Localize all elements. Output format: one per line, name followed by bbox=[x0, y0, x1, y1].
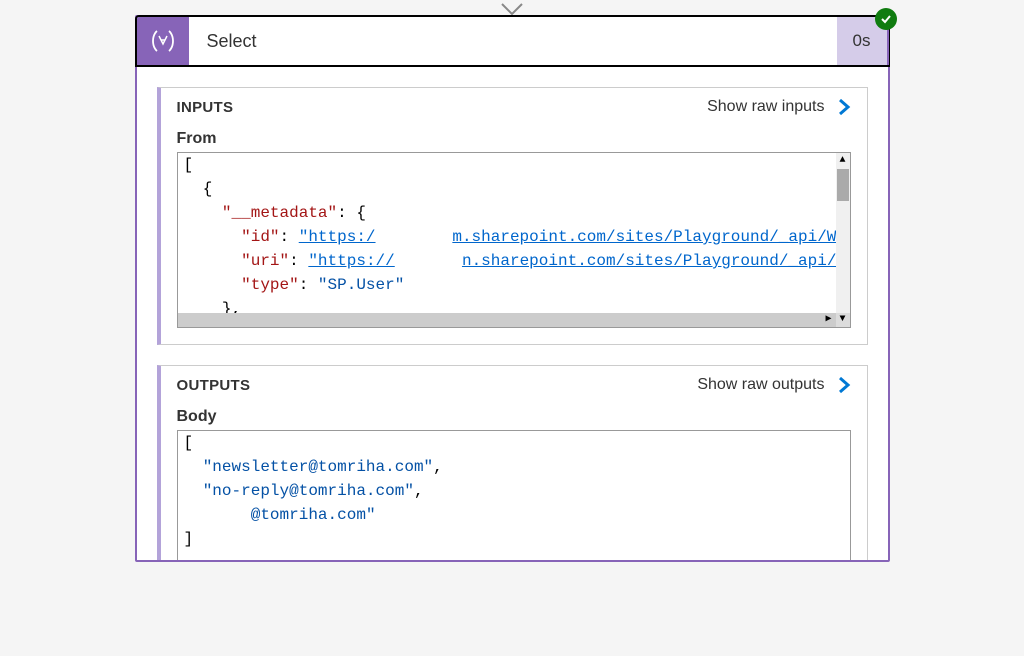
horizontal-scrollbar[interactable]: ◀ ▶ ▼ bbox=[178, 313, 850, 327]
status-success-badge bbox=[875, 8, 897, 30]
checkmark-icon bbox=[880, 13, 892, 25]
card-header[interactable]: Select 0s bbox=[135, 15, 890, 67]
body-code-box[interactable]: [ "newsletter@tomriha.com", "no-reply@to… bbox=[177, 430, 851, 560]
body-label: Body bbox=[177, 408, 851, 426]
vertical-scrollbar[interactable]: ▲ bbox=[836, 153, 850, 313]
show-raw-outputs-label: Show raw outputs bbox=[697, 376, 824, 394]
from-json-content: [ { "__metadata": { "id": "https:/ m.sha… bbox=[178, 153, 850, 328]
outputs-title: OUTPUTS bbox=[177, 377, 251, 394]
inputs-title: INPUTS bbox=[177, 99, 234, 116]
outputs-section: OUTPUTS Show raw outputs Body [ "newslet… bbox=[157, 365, 868, 560]
action-card: Select 0s INPUTS Show raw inputs From [ … bbox=[135, 5, 890, 562]
select-action-icon bbox=[148, 26, 178, 56]
from-label: From bbox=[177, 130, 851, 148]
show-raw-inputs-button[interactable]: Show raw inputs bbox=[707, 98, 850, 116]
chevron-right-icon bbox=[837, 376, 851, 394]
show-raw-outputs-button[interactable]: Show raw outputs bbox=[697, 376, 850, 394]
show-raw-inputs-label: Show raw inputs bbox=[707, 98, 824, 116]
scroll-thumb-vertical[interactable] bbox=[837, 169, 849, 201]
scroll-up-arrow[interactable]: ▲ bbox=[836, 153, 850, 167]
scroll-right-arrow[interactable]: ▶ bbox=[822, 312, 836, 327]
action-type-icon-box bbox=[137, 17, 189, 65]
card-title: Select bbox=[189, 17, 837, 65]
chevron-right-icon bbox=[837, 98, 851, 116]
scroll-down-arrow[interactable]: ▼ bbox=[836, 312, 850, 327]
from-code-box[interactable]: [ { "__metadata": { "id": "https:/ m.sha… bbox=[177, 152, 851, 328]
inputs-section: INPUTS Show raw inputs From [ { "__metad… bbox=[157, 87, 868, 345]
